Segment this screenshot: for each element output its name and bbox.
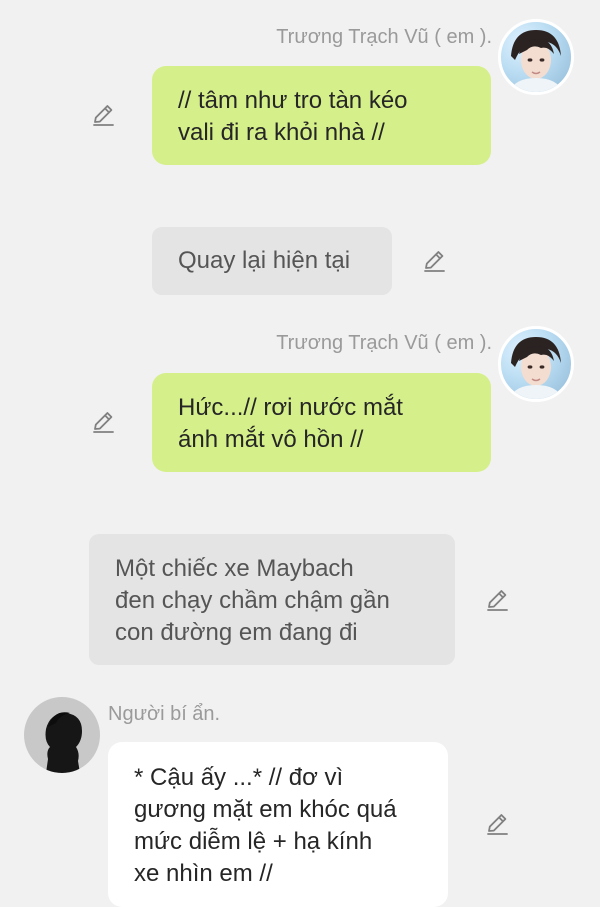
user-avatar[interactable]	[498, 19, 574, 95]
mystery-person-avatar[interactable]	[24, 697, 100, 773]
pencil-edit-icon[interactable]	[483, 586, 511, 614]
sender-name: Trương Trạch Vũ ( em ).	[276, 332, 492, 354]
user-avatar[interactable]	[498, 326, 574, 402]
silhouette-icon	[45, 712, 82, 773]
pencil-edit-icon[interactable]	[89, 101, 117, 129]
narration-bubble[interactable]: Quay lại hiện tại	[152, 227, 392, 295]
narration-bubble[interactable]: Một chiếc xe Maybach đen chạy chầm chậm …	[89, 534, 455, 665]
message-bubble[interactable]: * Cậu ấy ...* // đơ vì gương mặt em khóc…	[108, 742, 448, 907]
sender-name: Người bí ẩn.	[108, 703, 221, 725]
pencil-edit-icon[interactable]	[420, 247, 448, 275]
pencil-edit-icon[interactable]	[89, 408, 117, 436]
sender-name: Trương Trạch Vũ ( em ).	[276, 26, 492, 48]
message-bubble[interactable]: Hức...// rơi nước mắt ánh mắt vô hồn //	[152, 373, 491, 472]
pencil-edit-icon[interactable]	[483, 810, 511, 838]
message-bubble[interactable]: // tâm như tro tàn kéo vali đi ra khỏi n…	[152, 66, 491, 165]
chat-thread: Trương Trạch Vũ ( em ). // tâm như tro t…	[0, 0, 600, 907]
boy-portrait-icon	[509, 337, 563, 399]
boy-portrait-icon	[509, 30, 563, 92]
